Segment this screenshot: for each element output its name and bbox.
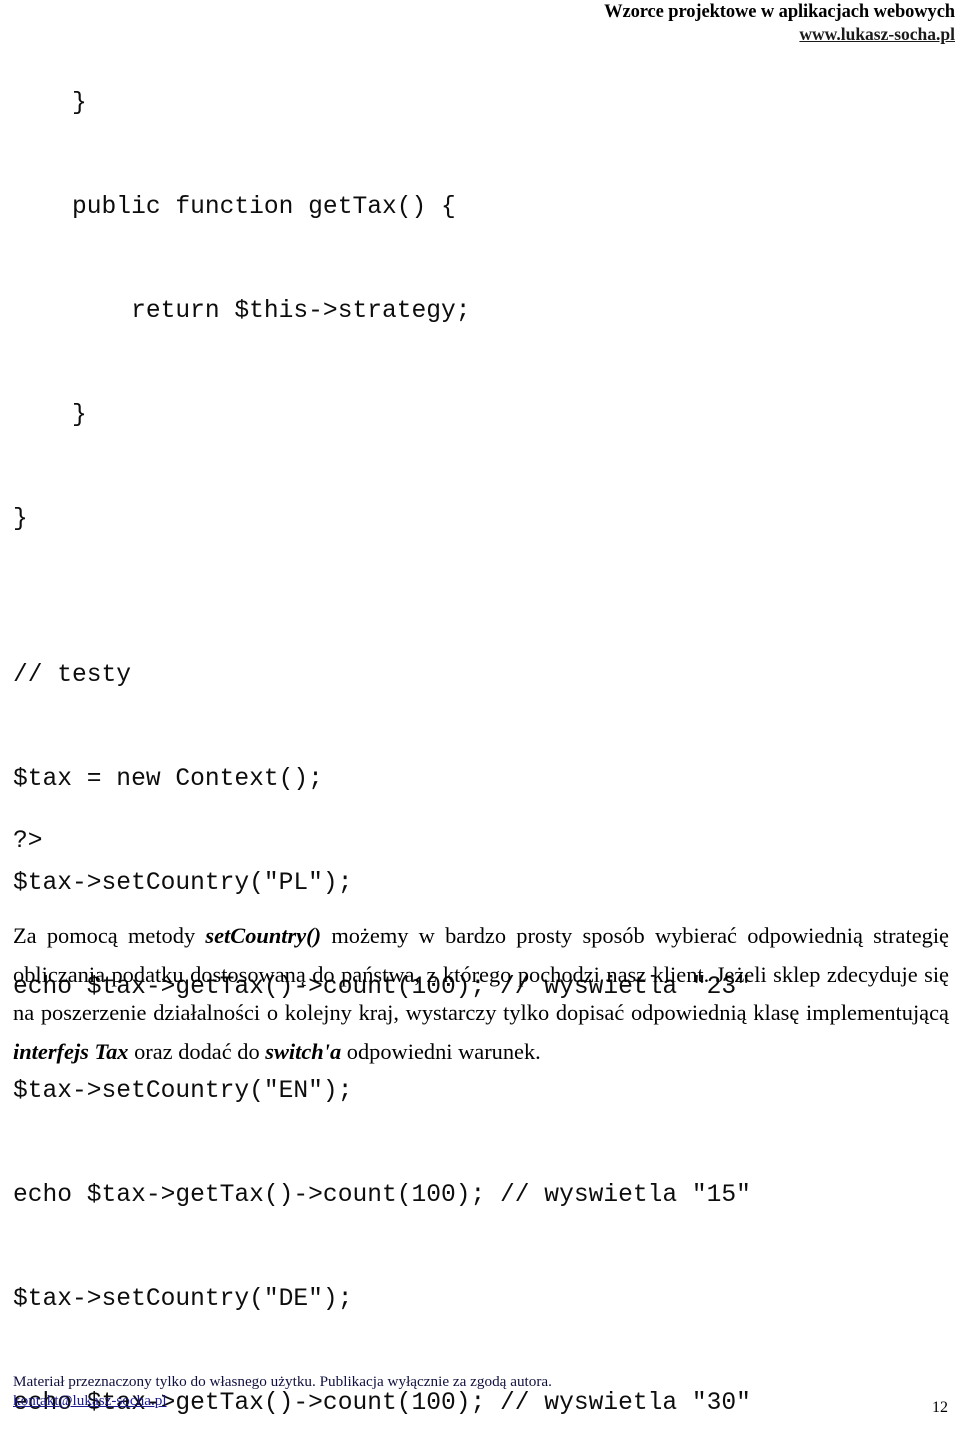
code-line: }	[13, 402, 87, 429]
code-line: $tax->setCountry("PL");	[13, 870, 353, 897]
emphasis-set-country: setCountry()	[205, 923, 322, 949]
footer-copyright-note: Materiał przeznaczony tylko do własnego …	[13, 1373, 552, 1390]
paragraph-text-part: odpowiedni warunek.	[341, 1038, 541, 1064]
document-page: Wzorce projektowe w aplikacjach webowych…	[0, 0, 960, 1434]
code-listing: } public function getTax() { return $thi…	[13, 78, 953, 1430]
header-title: Wzorce projektowe w aplikacjach webowych	[604, 2, 955, 22]
php-closing-tag: ?>	[13, 828, 43, 855]
body-paragraph: Za pomocą metody setCountry() możemy w b…	[13, 917, 949, 1071]
paragraph-text-part: oraz dodać do	[128, 1038, 266, 1064]
code-line: }	[13, 506, 28, 533]
paragraph-text-part: Za pomocą metody	[13, 923, 206, 949]
header-site-link[interactable]: www.lukasz-socha.pl	[799, 23, 955, 45]
footer-email-link[interactable]: kontakt@lukasz-socha.pl	[13, 1391, 167, 1410]
page-number: 12	[932, 1399, 948, 1416]
code-line: // testy	[13, 662, 132, 689]
emphasis-interfejs-tax: interfejs Tax	[13, 1038, 129, 1064]
code-line: return $this->strategy;	[13, 298, 471, 325]
page-footer: Materiał przeznaczony tylko do własnego …	[13, 1372, 953, 1410]
code-line: $tax->setCountry("DE");	[13, 1286, 353, 1313]
code-line: public function getTax() {	[13, 194, 456, 221]
running-header: Wzorce projektowe w aplikacjach webowych…	[0, 1, 955, 45]
code-line: }	[13, 90, 87, 117]
code-line: echo $tax->getTax()->count(100); // wysw…	[13, 1182, 751, 1209]
emphasis-switch: switch'a	[265, 1038, 342, 1064]
code-line: $tax = new Context();	[13, 766, 323, 793]
code-line: $tax->setCountry("EN");	[13, 1078, 353, 1105]
